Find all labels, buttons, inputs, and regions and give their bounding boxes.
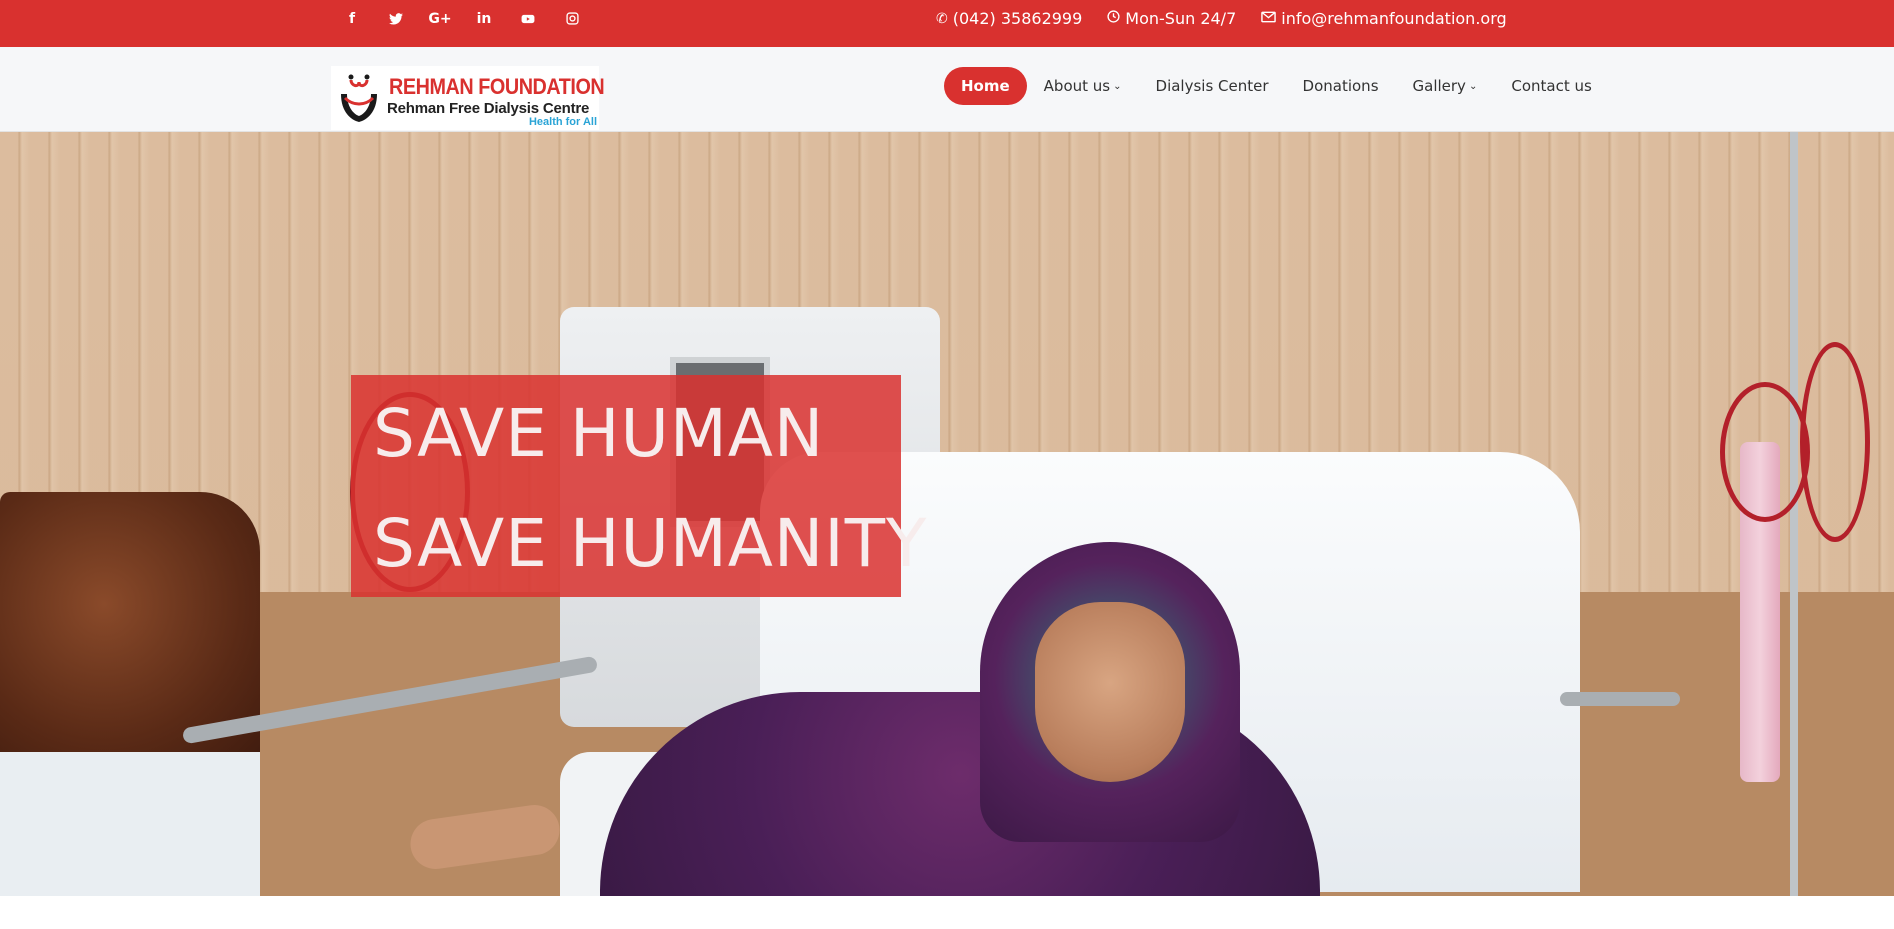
logo-tagline: Health for All — [528, 116, 597, 128]
nav-dialysis-center[interactable]: Dialysis Center — [1139, 67, 1286, 105]
nav-home[interactable]: Home — [944, 67, 1027, 105]
hero-caption: SAVE HUMAN SAVE HUMANITY — [351, 375, 926, 597]
twitter-icon[interactable] — [374, 0, 418, 37]
hours-info: Mon-Sun 24/7 — [1107, 9, 1236, 28]
hero-banner — [0, 132, 1894, 896]
chevron-down-icon: ⌄ — [1113, 80, 1122, 92]
chevron-down-icon: ⌄ — [1468, 80, 1478, 92]
contact-info: ✆ (042) 35862999 Mon-Sun 24/7 info@rehma… — [936, 0, 1532, 37]
clock-icon — [1107, 10, 1120, 27]
iv-pole — [1790, 132, 1798, 896]
logo-title: REHMAN FOUNDATION — [389, 74, 605, 99]
youtube-icon[interactable] — [506, 0, 550, 37]
nav-donations[interactable]: Donations — [1286, 67, 1396, 105]
nav-home-label: Home — [961, 77, 1010, 95]
logo-emblem-icon — [341, 74, 377, 122]
logo-subtitle: Rehman Free Dialysis Centre — [387, 100, 590, 117]
nav-donations-label: Donations — [1302, 77, 1379, 95]
social-links: f G+ in — [330, 0, 594, 37]
email-link[interactable]: info@rehmanfoundation.org — [1281, 9, 1506, 28]
phone-info[interactable]: ✆ (042) 35862999 — [936, 9, 1082, 28]
hero-line-2: SAVE HUMANITY — [373, 505, 928, 582]
blood-tube — [1800, 342, 1870, 542]
nav-gallery-label: Gallery — [1412, 77, 1466, 95]
nav-dialysis-label: Dialysis Center — [1155, 77, 1269, 95]
left-bed — [0, 752, 260, 896]
google-plus-icon[interactable]: G+ — [418, 0, 462, 37]
hero-line-1: SAVE HUMAN — [373, 395, 825, 472]
opening-hours: Mon-Sun 24/7 — [1125, 9, 1237, 28]
email-info[interactable]: info@rehmanfoundation.org — [1261, 9, 1507, 28]
nav-contact-label: Contact us — [1511, 77, 1592, 95]
main-navbar: REHMAN FOUNDATION Rehman Free Dialysis C… — [0, 47, 1894, 132]
nav-gallery[interactable]: Gallery ⌄ — [1396, 67, 1495, 105]
nav-about-us[interactable]: About us ⌄ — [1027, 67, 1139, 105]
facebook-icon[interactable]: f — [330, 0, 374, 37]
blood-tube — [1720, 382, 1810, 522]
site-logo[interactable]: REHMAN FOUNDATION Rehman Free Dialysis C… — [331, 66, 605, 130]
envelope-icon — [1261, 11, 1277, 27]
instagram-icon[interactable] — [550, 0, 594, 37]
nav-contact-us[interactable]: Contact us — [1494, 67, 1608, 105]
phone-number[interactable]: (042) 35862999 — [953, 9, 1083, 28]
linkedin-icon[interactable]: in — [462, 0, 506, 37]
phone-icon: ✆ — [936, 10, 948, 27]
patient-face — [1035, 602, 1185, 782]
nav-about-label: About us — [1043, 77, 1111, 95]
top-bar: f G+ in ✆ (042) 35862999 Mon-Sun 24/7 in… — [0, 0, 1894, 47]
main-menu: Home About us ⌄ Dialysis Center Donations… — [944, 66, 1609, 106]
bed-rail-right — [1560, 692, 1680, 706]
